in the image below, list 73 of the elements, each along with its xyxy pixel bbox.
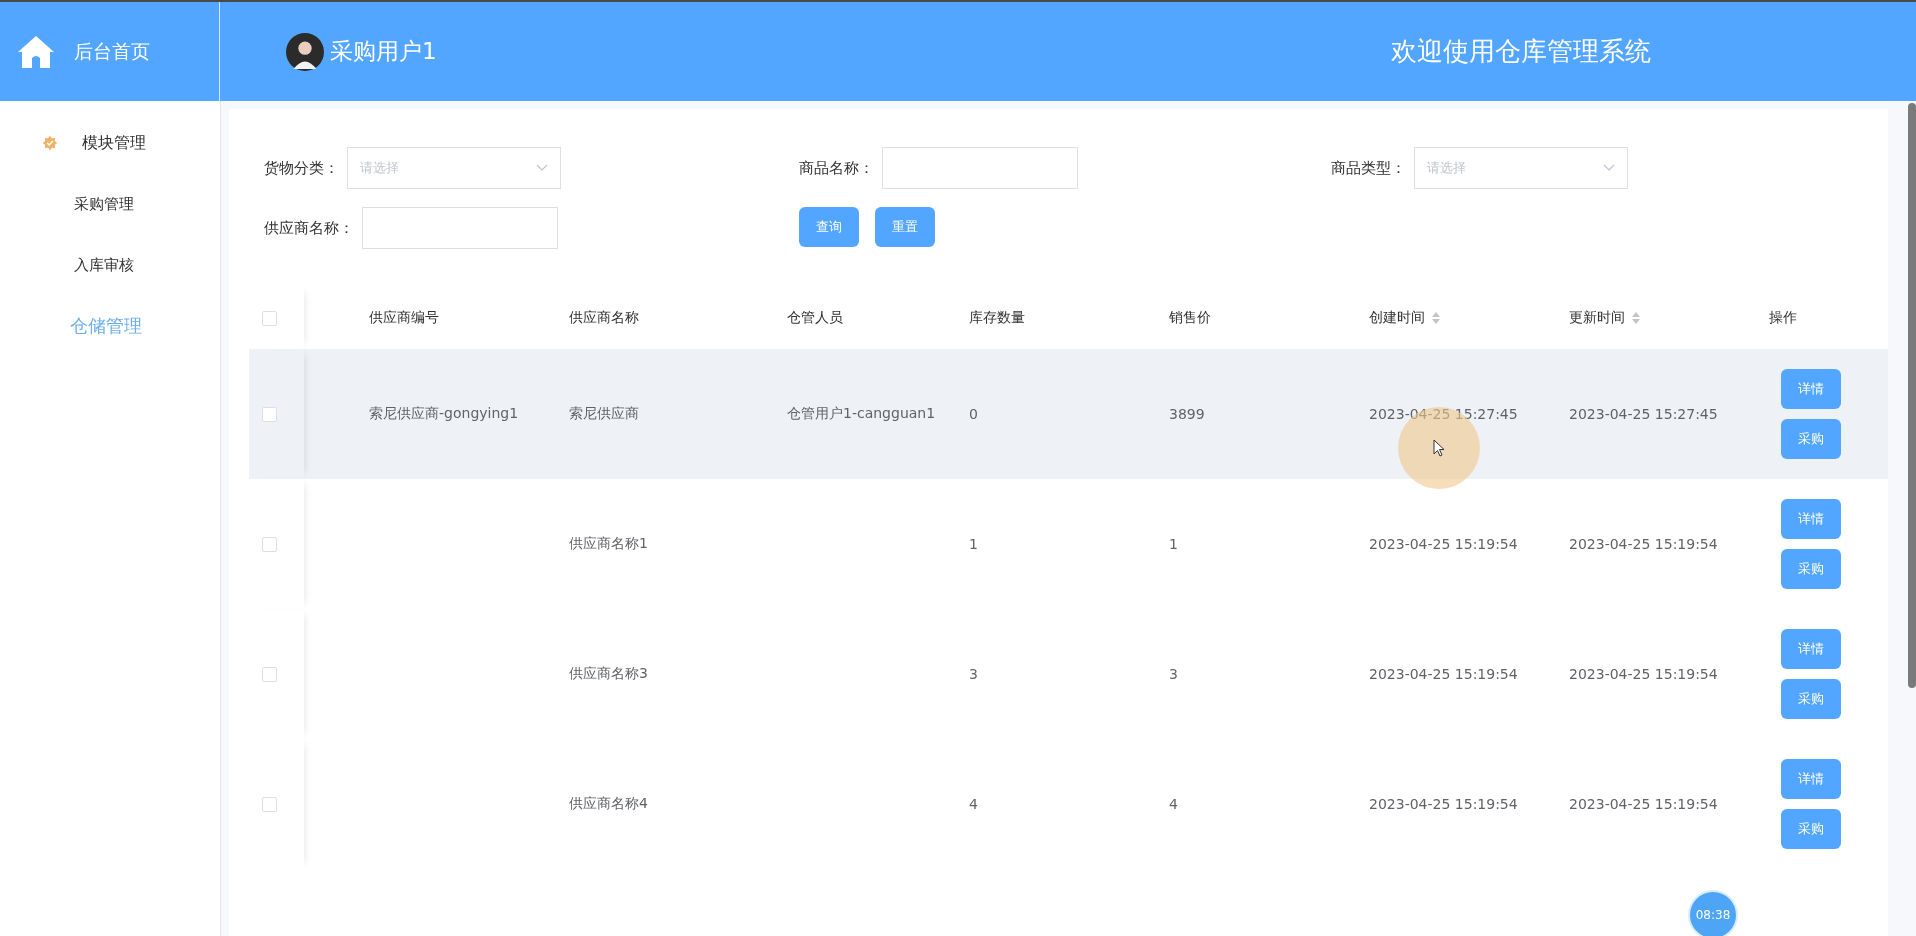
filter-label: 商品类型： <box>1331 158 1406 178</box>
badge-icon <box>42 135 58 151</box>
welcome-title: 欢迎使用仓库管理系统 <box>1391 35 1651 68</box>
details-button[interactable]: 详情 <box>1781 499 1841 539</box>
filter-label: 供应商名称： <box>264 218 354 238</box>
table-cell: 3 <box>969 666 978 682</box>
table-cell: 2023-04-25 15:19:54 <box>1569 536 1718 552</box>
table-cell: 2023-04-25 15:27:45 <box>1369 406 1518 422</box>
table-row[interactable]: 供应商名称3 3 3 2023-04-25 15:19:54 2023-04-25 15:19:54 详情 采购 <box>249 609 1888 739</box>
user-avatar[interactable] <box>286 32 324 71</box>
chevron-down-icon <box>536 164 548 172</box>
home-link[interactable]: 后台首页 <box>74 38 150 65</box>
table-row[interactable]: 索尼供应商-gongying1 索尼供应商 仓管用户1-cangguan1 0 3899 2023-04-25 15:27:45 2023-04-25 15:27:45 详情 采购 <box>249 349 1888 479</box>
details-button[interactable]: 详情 <box>1781 759 1841 799</box>
table-cell: 索尼供应商-gongying1 <box>369 405 519 423</box>
checkbox[interactable] <box>262 796 277 812</box>
table-cell: 供应商名称3 <box>569 665 648 683</box>
table-cell: 2023-04-25 15:19:54 <box>1569 796 1718 812</box>
checkbox[interactable] <box>262 310 277 326</box>
table-cell: 4 <box>1169 796 1178 812</box>
chevron-down-icon <box>1603 164 1615 172</box>
table-cell: 供应商名称4 <box>569 795 648 813</box>
sidebar-item[interactable]: 仓储管理 <box>0 308 220 344</box>
purchase-button[interactable]: 采购 <box>1781 809 1841 849</box>
input-field[interactable] <box>362 207 558 249</box>
table-cell: 索尼供应商 <box>569 405 639 423</box>
purchase-button[interactable]: 采购 <box>1781 549 1841 589</box>
cursor-icon <box>1433 439 1445 457</box>
table-cell: 2023-04-25 15:19:54 <box>1369 536 1518 552</box>
sidebar-item[interactable]: 入库审核 <box>0 247 220 283</box>
user-name: 采购用户1 <box>330 37 437 66</box>
column-header: 供应商名称 <box>569 309 639 327</box>
column-header: 库存数量 <box>969 309 1025 327</box>
sort-icon[interactable] <box>1431 311 1441 325</box>
sidebar-item[interactable]: 采购管理 <box>0 186 220 222</box>
table-cell: 3 <box>1169 666 1178 682</box>
purchase-button[interactable]: 采购 <box>1781 679 1841 719</box>
scrollbar-thumb[interactable] <box>1908 103 1916 688</box>
sort-icon[interactable] <box>1631 311 1641 325</box>
column-header: 销售价 <box>1169 309 1211 327</box>
input-field[interactable] <box>882 147 1078 189</box>
table-cell: 3899 <box>1169 406 1205 422</box>
reset-button[interactable]: 重置 <box>875 207 935 247</box>
checkbox[interactable] <box>262 406 277 422</box>
column-header: 创建时间 <box>1369 309 1425 327</box>
details-button[interactable]: 详情 <box>1781 629 1841 669</box>
table-cell: 1 <box>969 536 978 552</box>
table-row[interactable]: 供应商名称1 1 1 2023-04-25 15:19:54 2023-04-25 15:19:54 详情 采购 <box>249 479 1888 609</box>
column-header: 仓管人员 <box>787 309 843 327</box>
table-cell: 0 <box>969 406 978 422</box>
purchase-button[interactable]: 采购 <box>1781 419 1841 459</box>
details-button[interactable]: 详情 <box>1781 369 1841 409</box>
filter-label: 货物分类： <box>264 158 339 178</box>
checkbox[interactable] <box>262 536 277 552</box>
table-cell: 2023-04-25 15:19:54 <box>1569 666 1718 682</box>
table-cell: 2023-04-25 15:27:45 <box>1569 406 1718 422</box>
select-field[interactable]: 请选择 <box>347 147 561 189</box>
table-row[interactable]: 供应商名称4 4 4 2023-04-25 15:19:54 2023-04-25 15:19:54 详情 采购 <box>249 739 1888 869</box>
sidebar-group[interactable]: 模块管理 <box>0 125 220 161</box>
query-button[interactable]: 查询 <box>799 207 859 247</box>
table-cell: 供应商名称1 <box>569 535 648 553</box>
checkbox[interactable] <box>262 666 277 682</box>
column-header: 操作 <box>1769 309 1797 327</box>
table-cell: 4 <box>969 796 978 812</box>
column-header: 更新时间 <box>1569 309 1625 327</box>
filter-label: 商品名称： <box>799 158 874 178</box>
select-field[interactable]: 请选择 <box>1414 147 1628 189</box>
column-header: 供应商编号 <box>369 309 439 327</box>
table-cell: 仓管用户1-cangguan1 <box>787 405 936 423</box>
table-cell: 2023-04-25 15:19:54 <box>1369 666 1518 682</box>
table-cell: 2023-04-25 15:19:54 <box>1369 796 1518 812</box>
table-cell: 1 <box>1169 536 1178 552</box>
home-icon[interactable] <box>16 33 56 70</box>
